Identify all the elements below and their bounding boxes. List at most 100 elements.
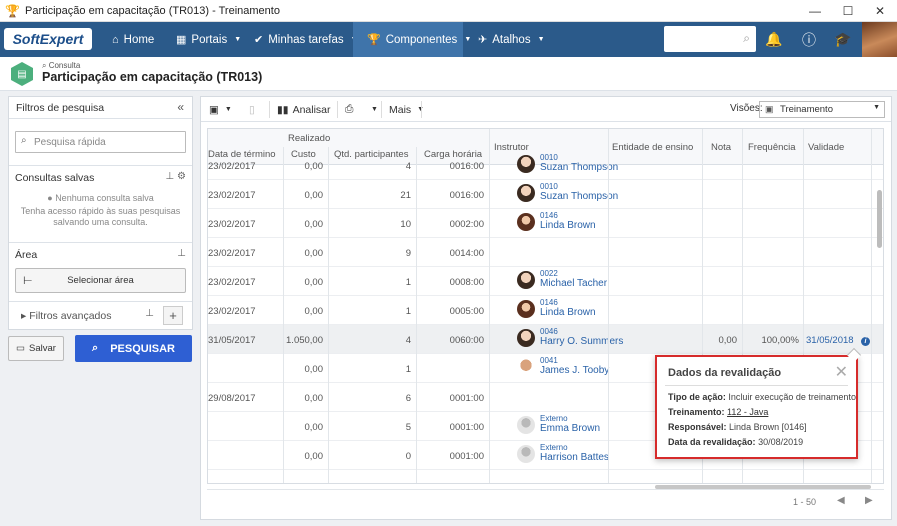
- popup-training-link[interactable]: 112 - Java: [727, 407, 768, 417]
- collapse-icon[interactable]: «: [177, 100, 184, 114]
- cell-workload: 0014:00: [449, 248, 484, 259]
- cell-grade: 0,00: [718, 335, 738, 346]
- cell-validity-link[interactable]: 31/05/2018: [806, 335, 854, 346]
- chevron-down-icon: ▼: [234, 36, 242, 43]
- pin-icon[interactable]: ⊥: [177, 248, 186, 259]
- page-header: ▤ ⌕ Consulta Participação em capacitação…: [0, 57, 897, 91]
- popup-date-value: 30/08/2019: [758, 437, 804, 447]
- graduation-cap-icon[interactable]: 🎓: [828, 22, 858, 57]
- prev-page-icon[interactable]: ◀: [837, 495, 845, 506]
- vertical-scrollbar[interactable]: [877, 190, 882, 248]
- maximize-button[interactable]: ☐: [832, 0, 864, 22]
- instructor-cell[interactable]: 0146 Linda Brown: [517, 211, 596, 232]
- table-row[interactable]: 23/02/2017 0,00 21 0016:00 0010 Suzan Thompso…: [208, 180, 883, 209]
- print-button[interactable]: ⎙: [345, 97, 353, 122]
- instructor-cell[interactable]: 0010 Suzan Thompson: [517, 153, 618, 174]
- views-select[interactable]: ▣ Treinamento ▼: [759, 101, 885, 118]
- home-icon: ⌂: [112, 33, 119, 46]
- nav-home[interactable]: ⌂ Home: [108, 22, 158, 57]
- instructor-name[interactable]: James J. Tooby: [540, 365, 609, 377]
- add-filter-button[interactable]: +: [163, 306, 183, 325]
- instructor-avatar: [517, 328, 535, 347]
- cell-end-date: 23/02/2017: [208, 219, 256, 230]
- cell-end-date: 23/02/2017: [208, 248, 256, 259]
- more-menu-button[interactable]: Mais▼: [389, 97, 424, 122]
- save-button[interactable]: ▭ Salvar: [8, 336, 64, 361]
- instructor-name[interactable]: Suzan Thompson: [540, 162, 618, 174]
- search-icon[interactable]: ⌕: [743, 31, 750, 46]
- instructor-name[interactable]: Suzan Thompson: [540, 191, 618, 203]
- table-row[interactable]: 23/02/2017 0,00 1 0008:00 0022 Michael Tacher: [208, 267, 883, 296]
- popup-action-label: Tipo de ação:: [668, 392, 726, 402]
- portal-icon: ▦: [176, 34, 187, 46]
- cell-participants: 4: [405, 335, 411, 346]
- logo-text: SoftExpert: [12, 31, 84, 47]
- nav-home-label: Home: [123, 33, 155, 46]
- table-row[interactable]: 23/02/2017 0,00 4 0016:00 0010 Suzan Thompson: [208, 151, 883, 180]
- instructor-cell[interactable]: Externo Harrison Battes: [517, 443, 609, 464]
- cell-end-date: 23/02/2017: [208, 306, 256, 317]
- popup-date-label: Data da revalidação:: [668, 437, 756, 447]
- cell-workload: 0005:00: [449, 306, 484, 317]
- instructor-name[interactable]: Harrison Battes: [540, 452, 609, 464]
- nav-atalhos[interactable]: ✈ Atalhos ▼: [474, 22, 549, 57]
- info-icon[interactable]: i: [858, 335, 870, 346]
- table-row[interactable]: 23/02/2017 0,00 1 0005:00 0146 Linda Brown: [208, 296, 883, 325]
- instructor-avatar: [517, 299, 535, 318]
- select-area-button[interactable]: ⊢ Selecionar área: [15, 268, 186, 293]
- instructor-name[interactable]: Linda Brown: [540, 220, 596, 232]
- next-page-icon[interactable]: ▶: [865, 495, 873, 506]
- advanced-filters[interactable]: ▸ Filtros avançados ⊥ +: [9, 301, 192, 328]
- instructor-code: 0046: [540, 327, 558, 336]
- group-header-realizado: Realizado: [288, 133, 331, 144]
- view-toggle-button[interactable]: ▣ ▼: [209, 97, 232, 122]
- popup-training-label: Treinamento:: [668, 407, 725, 417]
- popup-responsible-value: Linda Brown [0146]: [729, 422, 807, 432]
- close-icon[interactable]: ✕: [835, 362, 848, 382]
- cell-cost: 0,00: [304, 364, 324, 375]
- table-row[interactable]: 23/02/2017 0,00 9 0014:00: [208, 238, 883, 267]
- close-window-button[interactable]: ✕: [864, 0, 896, 22]
- user-avatar[interactable]: [862, 22, 897, 57]
- quick-search-input[interactable]: ⌕ Pesquisa rápida: [15, 131, 186, 153]
- softexpert-logo[interactable]: SoftExpert: [4, 28, 92, 50]
- nav-componentes[interactable]: 🏆 Componentes ▼: [353, 22, 471, 57]
- cell-cost: 1.050,00: [286, 335, 323, 346]
- col-divider: [328, 147, 329, 483]
- cell-participants: 1: [405, 277, 411, 288]
- minimize-button[interactable]: —: [799, 0, 831, 22]
- instructor-text: 0041 James J. Tooby: [540, 356, 609, 377]
- instructor-cell[interactable]: 0010 Suzan Thompson: [517, 182, 618, 203]
- instructor-name[interactable]: Emma Brown: [540, 423, 600, 435]
- instructor-name[interactable]: Linda Brown: [540, 307, 596, 319]
- pin-icon[interactable]: ⊥: [145, 308, 154, 319]
- instructor-text: 0010 Suzan Thompson: [540, 182, 618, 203]
- cell-cost: 0,00: [304, 277, 324, 288]
- instructor-name[interactable]: Harry O. Summers: [540, 336, 623, 348]
- area-title: Área: [15, 249, 38, 261]
- instructor-name[interactable]: Michael Tacher: [540, 278, 607, 290]
- table-row[interactable]: 23/02/2017 0,00 10 0002:00 0146 Linda Brown: [208, 209, 883, 238]
- instructor-cell[interactable]: 0022 Michael Tacher: [517, 269, 607, 290]
- global-search-input[interactable]: ⌕: [664, 26, 756, 52]
- popup-action-line: Tipo de ação: Incluir execução de treina…: [668, 392, 856, 402]
- nav-minhas-tarefas[interactable]: ✔ Minhas tarefas ▼: [250, 22, 362, 57]
- instructor-cell[interactable]: 0041 James J. Tooby: [517, 356, 609, 377]
- search-button[interactable]: ⌕ PESQUISAR: [75, 335, 192, 362]
- col-divider: [283, 147, 284, 483]
- pin-gear-icons[interactable]: ⊥ ⚙: [166, 171, 186, 182]
- filters-header: Filtros de pesquisa «: [9, 97, 192, 119]
- breadcrumb-label: Consulta: [48, 61, 81, 70]
- table-row[interactable]: 31/05/2017 1.050,00 4 0060:00 0046 Harry O. S…: [208, 325, 883, 354]
- help-icon[interactable]: ⓘ: [794, 22, 824, 57]
- print-menu-button[interactable]: ▼: [369, 97, 378, 122]
- analyze-button[interactable]: ▮▮ Analisar: [277, 97, 331, 122]
- nav-portais[interactable]: ▦ Portais ▼: [172, 22, 245, 57]
- instructor-cell[interactable]: Externo Emma Brown: [517, 414, 600, 435]
- document-button[interactable]: ▯: [249, 97, 255, 122]
- bell-icon[interactable]: 🔔: [759, 22, 789, 57]
- instructor-cell[interactable]: 0146 Linda Brown: [517, 298, 596, 319]
- instructor-avatar: [517, 444, 535, 463]
- results-toolbar: ▣▼ ▯ ▮▮Analisar ⎙ ▼ Mais▼ Visões: ▣ Trei…: [201, 97, 891, 122]
- cell-participants: 4: [405, 161, 411, 172]
